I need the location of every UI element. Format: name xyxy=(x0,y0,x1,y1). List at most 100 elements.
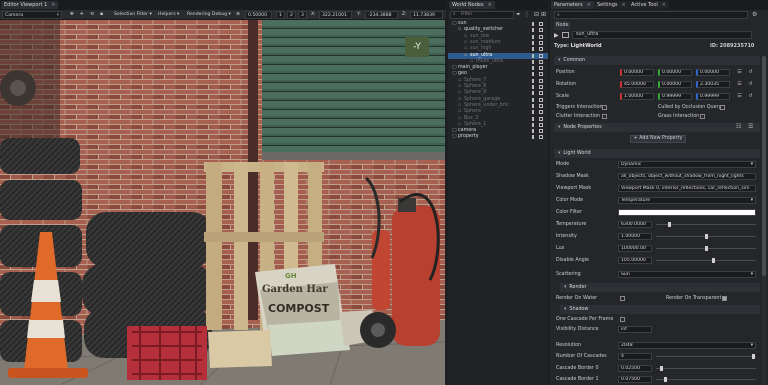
enabled-checkbox[interactable] xyxy=(539,122,543,127)
menu-icon[interactable]: ☰ xyxy=(736,69,743,76)
enabled-checkbox[interactable] xyxy=(539,47,543,52)
settings-icon[interactable]: ⚙ xyxy=(752,11,757,18)
node-properties-section-header[interactable]: ▾ Node Properties xyxy=(554,123,760,132)
tree-empty-area[interactable] xyxy=(448,160,548,385)
enabled-checkbox[interactable] xyxy=(539,91,543,96)
cascade-border-1-slider[interactable] xyxy=(656,377,756,382)
disable-angle-field[interactable]: 105.00000 xyxy=(618,257,652,264)
lux-field[interactable]: 100000.00 xyxy=(618,245,652,252)
triggers-interaction-checkbox[interactable] xyxy=(602,105,607,110)
scrollbar-thumb[interactable] xyxy=(762,56,766,276)
color-filter-swatch[interactable] xyxy=(618,209,756,216)
visibility-icon[interactable] xyxy=(532,129,536,134)
tab-settings[interactable]: Settings × xyxy=(594,1,629,9)
camera-select[interactable]: Camera ▾ xyxy=(2,11,62,19)
close-icon[interactable]: × xyxy=(587,2,591,8)
visibility-icon[interactable] xyxy=(532,47,536,52)
num-cascades-field[interactable]: 4 xyxy=(618,353,652,360)
scale-z-field[interactable]: 0.99999 xyxy=(696,93,730,100)
resolution-select[interactable]: 2048 ▾ xyxy=(618,342,756,349)
shadow-mask-select[interactable]: all_objects, object_without_shadow_from_… xyxy=(618,173,756,180)
enabled-checkbox[interactable] xyxy=(539,22,543,26)
tab-active-tool[interactable]: Active Tool × xyxy=(628,1,669,9)
enabled-checkbox[interactable] xyxy=(539,28,543,33)
x-coord-field[interactable]: 322.21001 xyxy=(319,11,352,19)
common-section-header[interactable]: ▾ Common xyxy=(554,56,760,65)
lux-slider[interactable] xyxy=(656,246,756,251)
scale-gizmo-icon[interactable]: ▪ xyxy=(100,11,103,19)
tab-editor-viewport[interactable]: Editor Viewport 1 × xyxy=(1,1,59,9)
light-world-section-header[interactable]: ▾ Light World xyxy=(554,149,760,158)
visibility-icon[interactable] xyxy=(532,53,536,58)
visibility-icon[interactable] xyxy=(532,116,536,121)
slider-handle[interactable] xyxy=(712,258,716,263)
enabled-checkbox[interactable] xyxy=(539,59,543,64)
filter-input[interactable]: ⌕ Filter xyxy=(450,11,514,19)
enabled-checkbox[interactable] xyxy=(539,135,543,140)
render-section-header[interactable]: ▾ Render xyxy=(560,283,760,292)
filter-icon[interactable]: ⏷ xyxy=(516,11,521,19)
render-on-transparent-checkbox[interactable] xyxy=(722,296,727,301)
enabled-checkbox[interactable] xyxy=(562,32,569,38)
menu-icon[interactable]: ☰ xyxy=(748,123,753,130)
rotation-z-field[interactable]: 2.30035 xyxy=(696,81,730,88)
visibility-icon[interactable] xyxy=(532,135,536,140)
rotate-gizmo-icon[interactable]: ⟲ xyxy=(90,11,94,19)
z-coord-field[interactable]: 11.73839 xyxy=(410,11,443,19)
enabled-checkbox[interactable] xyxy=(539,97,543,102)
node-name-input[interactable]: sun_ultra xyxy=(572,31,752,39)
visibility-icon[interactable] xyxy=(532,66,536,71)
reset-icon[interactable]: ↺ xyxy=(747,93,754,100)
cascade-border-0-slider[interactable] xyxy=(656,366,756,371)
move-gizmo-icon[interactable]: ✛ xyxy=(80,11,84,19)
visibility-icon[interactable] xyxy=(532,72,536,77)
shadow-section-header[interactable]: ▾ Shadow xyxy=(560,305,760,314)
cascade-border-0-field[interactable]: 0.02500 xyxy=(618,365,652,372)
intensity-field[interactable]: 1.00000 xyxy=(618,233,652,240)
enabled-checkbox[interactable] xyxy=(539,110,543,115)
play-icon[interactable]: ▶ xyxy=(554,32,559,39)
visibility-icon[interactable] xyxy=(532,78,536,83)
visibility-icon[interactable] xyxy=(532,28,536,33)
visibility-icon[interactable] xyxy=(532,91,536,96)
toggle-1-button[interactable]: 1 xyxy=(276,11,285,19)
enabled-checkbox[interactable] xyxy=(539,85,543,89)
add-property-button[interactable]: + Add New Property xyxy=(630,135,686,143)
culled-by-occlusion-checkbox[interactable] xyxy=(720,105,725,110)
snap-icon[interactable]: ⊕ xyxy=(236,11,240,19)
enabled-checkbox[interactable] xyxy=(539,78,543,83)
visibility-distance-field[interactable]: inf xyxy=(618,326,652,333)
toggle-2-button[interactable]: 2 xyxy=(287,11,296,19)
viewport-mask-select[interactable]: Viewport Mask 0, interior_reflections, c… xyxy=(618,185,756,192)
scale-y-field[interactable]: 0.99999 xyxy=(658,93,692,100)
enabled-checkbox[interactable] xyxy=(539,129,543,134)
scale-x-field[interactable]: 1.00000 xyxy=(620,93,654,100)
enabled-checkbox[interactable] xyxy=(539,72,543,77)
visibility-icon[interactable] xyxy=(532,22,536,26)
position-z-field[interactable]: 0.00000 xyxy=(696,69,730,76)
temperature-slider[interactable] xyxy=(656,222,756,227)
slider-handle[interactable] xyxy=(704,234,708,239)
enabled-checkbox[interactable] xyxy=(539,66,543,71)
intensity-slider[interactable] xyxy=(656,234,756,239)
slider-handle[interactable] xyxy=(660,366,663,371)
visibility-icon[interactable] xyxy=(532,97,536,102)
temperature-field[interactable]: 6300.0000 xyxy=(618,221,652,228)
expand-icon[interactable]: ⊞ xyxy=(541,11,546,18)
visibility-icon[interactable] xyxy=(532,122,536,127)
options-icon[interactable]: ⋮ xyxy=(524,11,530,18)
enabled-checkbox[interactable] xyxy=(539,53,543,58)
tab-parameters[interactable]: Parameters × xyxy=(551,1,594,9)
rotation-y-field[interactable]: 0.00000 xyxy=(658,81,692,88)
grass-interaction-checkbox[interactable] xyxy=(700,114,705,119)
parameters-search-input[interactable]: ⌕ xyxy=(554,11,748,19)
rotation-x-field[interactable]: 45.00000 xyxy=(620,81,654,88)
render-on-water-checkbox[interactable] xyxy=(620,296,625,301)
close-icon[interactable]: × xyxy=(488,2,492,8)
toggle-3-button[interactable]: 3 xyxy=(298,11,307,19)
reset-icon[interactable]: ↺ xyxy=(747,81,754,88)
clutter-interaction-checkbox[interactable] xyxy=(602,114,607,119)
menu-icon[interactable]: ☰ xyxy=(736,93,743,100)
navigation-icon[interactable]: ✥ xyxy=(70,11,74,19)
enabled-checkbox[interactable] xyxy=(539,116,543,121)
